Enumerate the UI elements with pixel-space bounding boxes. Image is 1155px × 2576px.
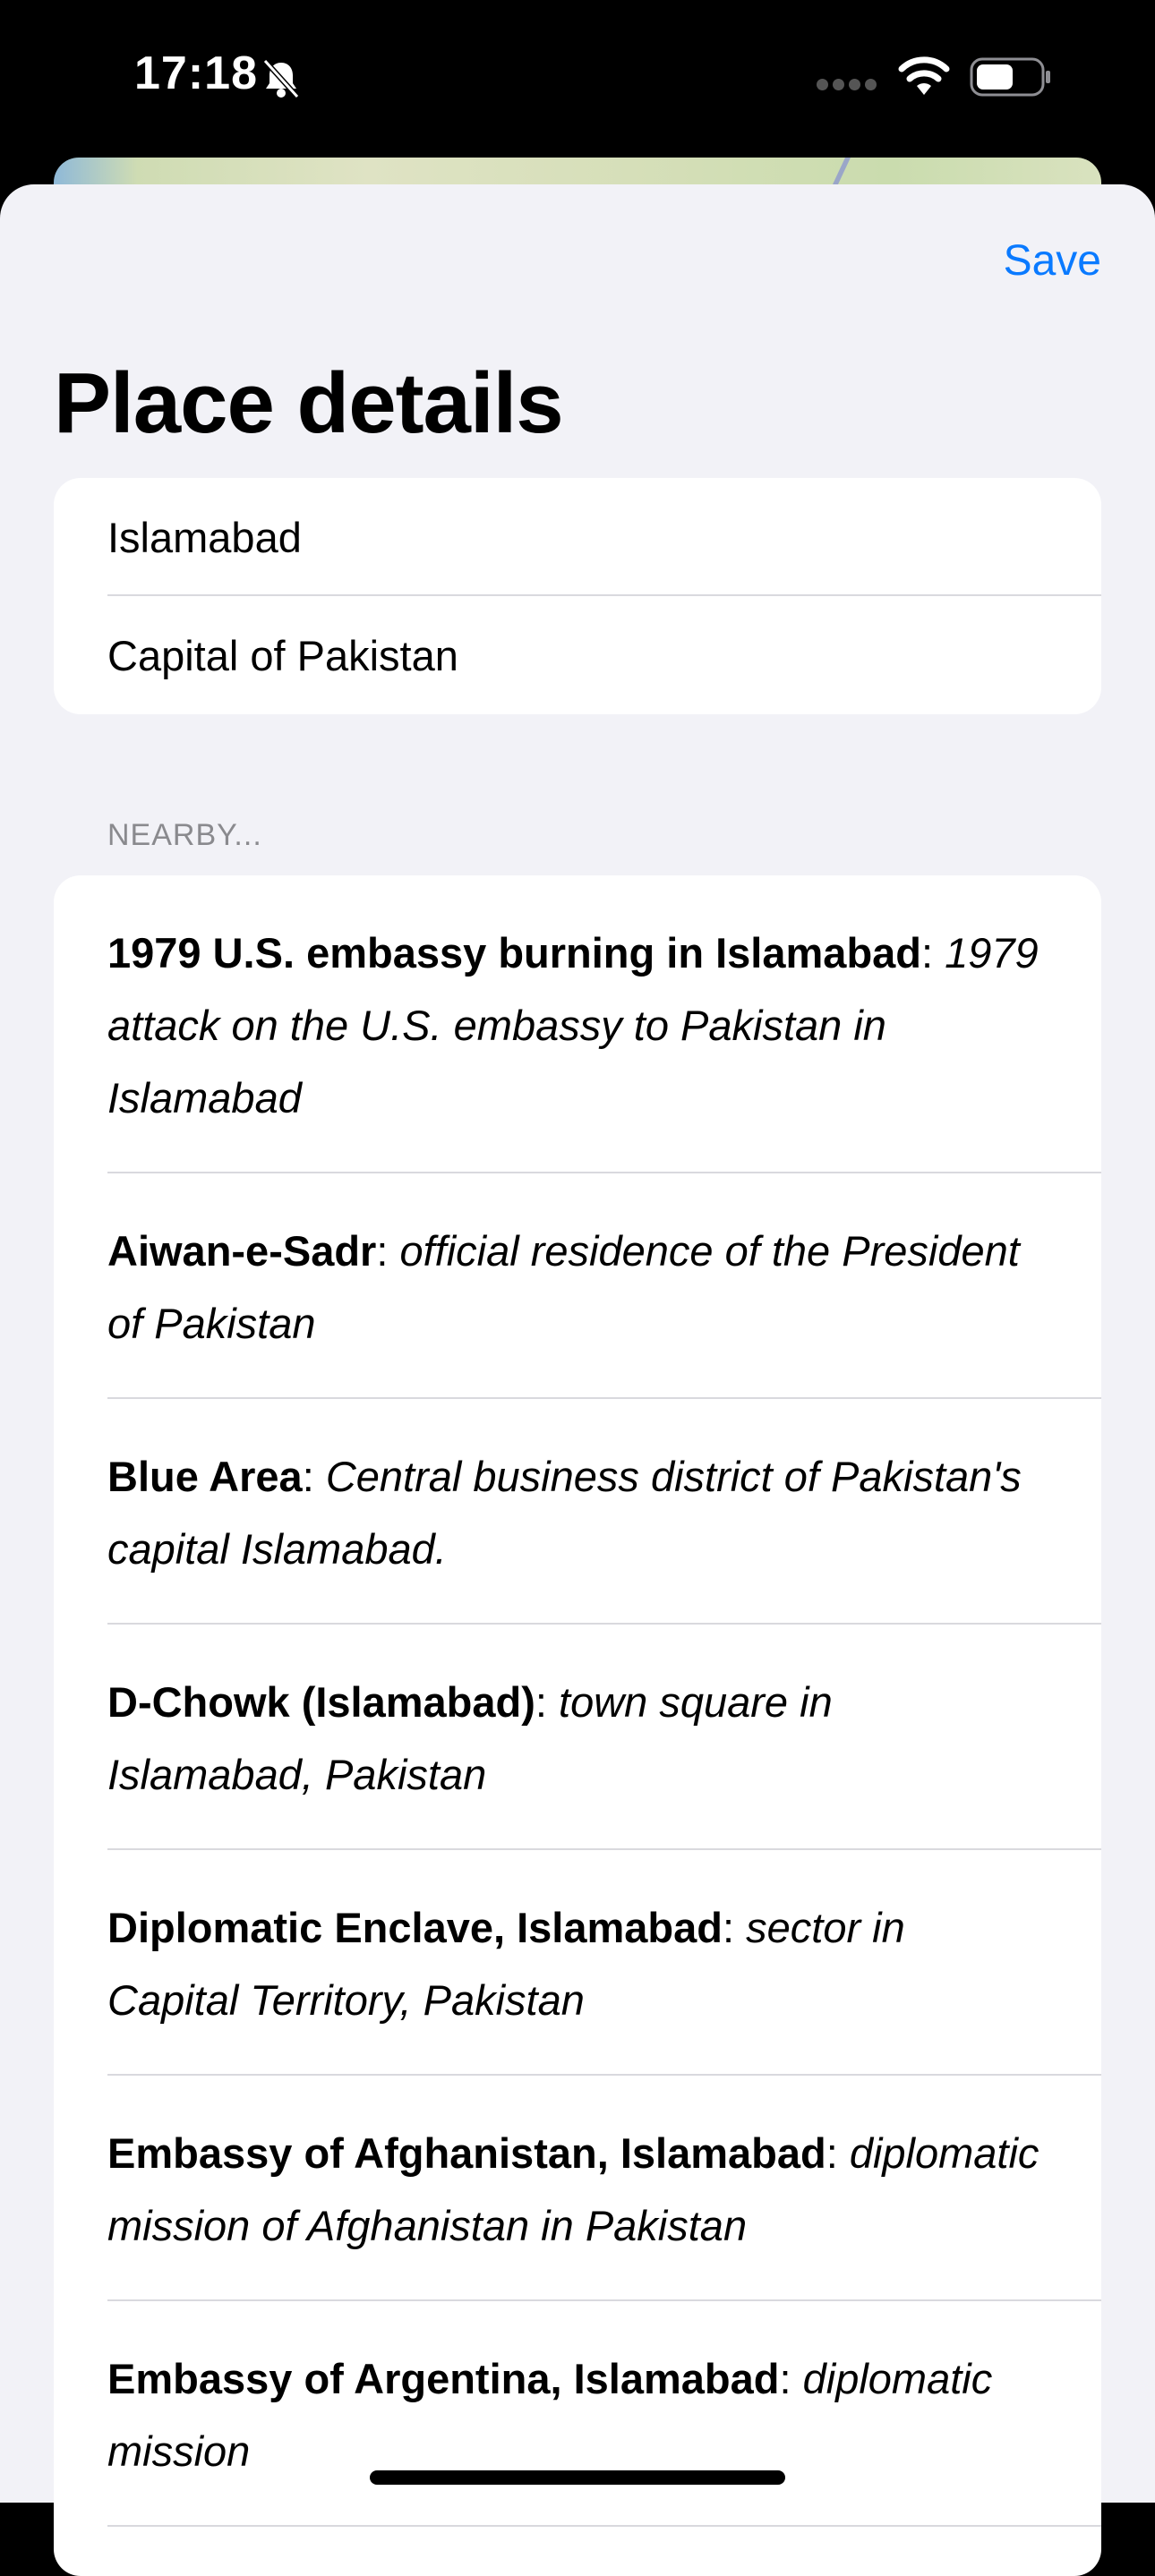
list-item-name: Diplomatic Enclave, Islamabad <box>107 1904 723 1951</box>
list-item[interactable]: D-Chowk (Islamabad): town square in Isla… <box>54 1625 1101 1850</box>
list-item-name: Embassy of Argentina, Islamabad <box>107 2355 780 2402</box>
list-item[interactable]: Diplomatic Enclave, Islamabad: sector in… <box>54 1850 1101 2076</box>
name-field-row <box>54 478 1101 596</box>
place-description-field[interactable] <box>107 596 1048 714</box>
list-item[interactable]: Aiwan-e-Sadr: official residence of the … <box>54 1173 1101 1399</box>
battery-icon <box>970 57 1050 97</box>
page-title: Place details <box>54 355 564 451</box>
list-item-name: Embassy of Afghanistan, Islamabad <box>107 2129 826 2177</box>
list-item[interactable]: Blue Area: Central business district of … <box>54 1399 1101 1625</box>
list-item[interactable]: Embassy of Argentina, Islamabad: diploma… <box>54 2301 1101 2527</box>
place-fields-card <box>54 478 1101 714</box>
list-item-separator: : <box>779 2355 803 2402</box>
description-field-row <box>54 596 1101 714</box>
list-item[interactable]: Embassy of Afghanistan, Islamabad: diplo… <box>54 2076 1101 2301</box>
list-item-name: Blue Area <box>107 1453 303 1500</box>
place-name-field[interactable] <box>107 478 1048 596</box>
nearby-section-header: NEARBY... <box>107 818 262 852</box>
divider <box>107 2525 1101 2527</box>
list-item-separator: : <box>376 1227 400 1275</box>
list-item-separator: : <box>302 1453 326 1500</box>
place-details-sheet: Save Place details NEARBY... 1979 U.S. e… <box>0 184 1155 2576</box>
list-item-name: 1979 U.S. embassy burning in Islamabad <box>107 929 921 977</box>
wifi-icon <box>898 56 950 95</box>
status-bar: 17:18 <box>0 0 1155 152</box>
list-item-name: Aiwan-e-Sadr <box>107 1227 377 1275</box>
save-button[interactable]: Save <box>1004 236 1101 286</box>
list-item-separator: : <box>723 1904 747 1951</box>
nearby-list: 1979 U.S. embassy burning in Islamabad: … <box>54 875 1101 2576</box>
list-item-separator: : <box>826 2129 850 2177</box>
home-indicator[interactable] <box>370 2470 785 2485</box>
list-item-name: D-Chowk (Islamabad) <box>107 1678 535 1726</box>
status-time: 17:18 <box>134 47 258 99</box>
cellular-signal-icon <box>817 79 881 95</box>
list-item[interactable]: 1979 U.S. embassy burning in Islamabad: … <box>54 875 1101 1173</box>
bell-slash-icon <box>262 58 300 99</box>
list-item-separator: : <box>535 1678 560 1726</box>
list-item-separator: : <box>921 929 945 977</box>
